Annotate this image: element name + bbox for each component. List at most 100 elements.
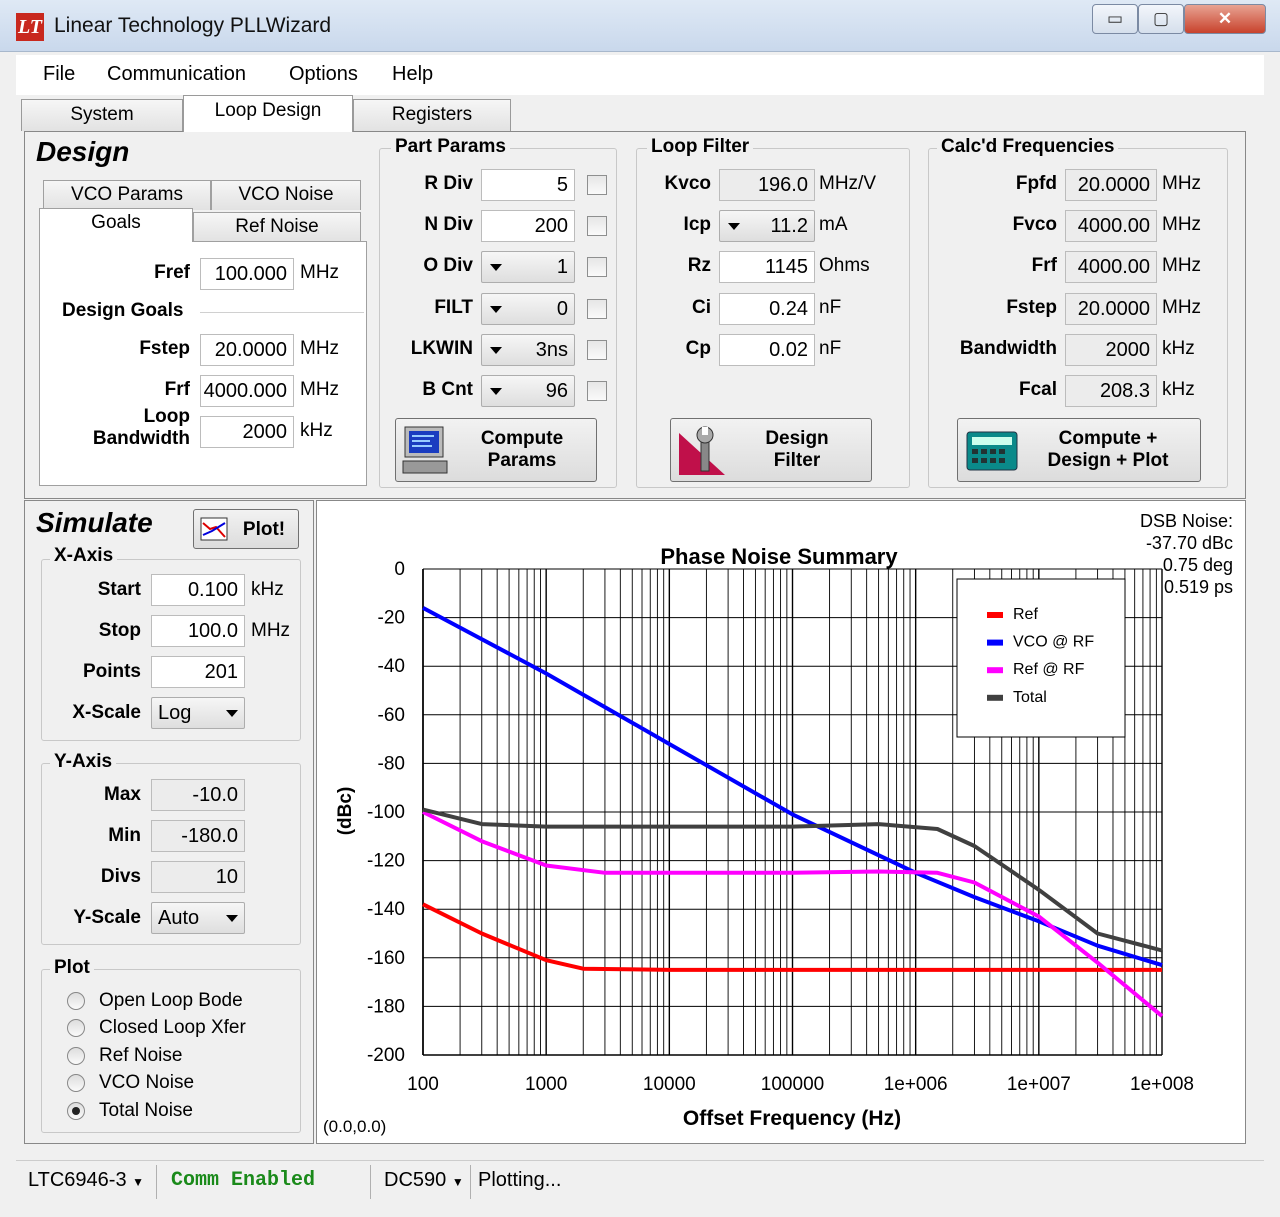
close-button[interactable]: ✕ bbox=[1184, 4, 1266, 34]
fstep-field[interactable]: 20.0000 bbox=[200, 334, 294, 366]
part-param-label: B Cnt bbox=[422, 379, 473, 400]
part-param-checkbox[interactable] bbox=[587, 298, 607, 319]
comm-status: Comm Enabled bbox=[171, 1169, 316, 1192]
plot-option-label[interactable]: VCO Noise bbox=[99, 1072, 194, 1094]
part-param-label: LKWIN bbox=[410, 337, 473, 359]
part-param-select[interactable]: 3ns bbox=[481, 333, 575, 366]
calc-freq-unit: MHz bbox=[1162, 296, 1202, 318]
y-tick-label: -20 bbox=[378, 608, 405, 629]
plot-option-label[interactable]: Closed Loop Xfer bbox=[99, 1017, 246, 1039]
status-bar: LTC6946-3 ▼ Comm Enabled DC590 ▼ Plottin… bbox=[16, 1160, 1264, 1202]
y-tick-label: -80 bbox=[378, 753, 405, 774]
plot-button[interactable]: Plot! bbox=[193, 509, 299, 549]
legend-label: Total bbox=[1013, 689, 1047, 706]
divs-label: Divs bbox=[100, 866, 141, 887]
y-scale-select[interactable]: Auto bbox=[151, 902, 245, 934]
part-param-field[interactable]: 200 bbox=[481, 210, 575, 243]
plot-option-radio[interactable] bbox=[67, 1046, 85, 1065]
loop-filter-field[interactable]: 1145 bbox=[719, 251, 815, 284]
maximize-button[interactable]: ▢ bbox=[1138, 4, 1184, 34]
icp-select[interactable]: 11.2 bbox=[719, 210, 815, 243]
subtab-vco-noise[interactable]: VCO Noise bbox=[211, 180, 361, 210]
x-tick-label: 1e+006 bbox=[884, 1074, 948, 1095]
loop-filter-field[interactable]: 196.0 bbox=[719, 169, 815, 201]
chevron-down-icon: ▼ bbox=[132, 1175, 145, 1189]
calc-freq-field: 4000.00 bbox=[1065, 210, 1157, 243]
divs-field[interactable]: 10 bbox=[151, 861, 245, 893]
loop-filter-field[interactable]: 0.24 bbox=[719, 292, 815, 325]
plot-option-label[interactable]: Total Noise bbox=[99, 1100, 193, 1122]
max-field[interactable]: -10.0 bbox=[151, 779, 245, 811]
cursor-readout: (0.0,0.0) bbox=[323, 1117, 387, 1136]
status-separator bbox=[470, 1165, 471, 1199]
y-tick-label: -120 bbox=[367, 851, 405, 872]
menu-options[interactable]: Options bbox=[289, 63, 358, 86]
x-scale-select[interactable]: Log bbox=[151, 697, 245, 729]
dsb-noise-ps: 0.519 ps bbox=[1163, 577, 1233, 597]
simulate-heading: Simulate bbox=[36, 507, 153, 538]
part-param-select[interactable]: 96 bbox=[481, 375, 575, 407]
compute-params-button[interactable]: Compute Params bbox=[395, 418, 597, 482]
status-separator bbox=[156, 1165, 157, 1199]
calc-freq-unit: kHz bbox=[1162, 337, 1195, 359]
tab-registers[interactable]: Registers bbox=[353, 99, 511, 131]
points-field[interactable]: 201 bbox=[151, 656, 245, 688]
plot-option-radio[interactable] bbox=[67, 1101, 85, 1120]
part-param-label: FILT bbox=[434, 296, 473, 318]
chevron-down-icon bbox=[490, 346, 502, 354]
tab-loop-design[interactable]: Loop Design bbox=[183, 95, 353, 132]
compute-design-plot-button[interactable]: Compute + Design + Plot bbox=[957, 418, 1201, 482]
stop-field[interactable]: 100.0 bbox=[151, 615, 245, 647]
stop-unit: MHz bbox=[251, 620, 291, 641]
plot-option-label[interactable]: Open Loop Bode bbox=[99, 990, 243, 1012]
y-tick-label: -60 bbox=[378, 705, 405, 726]
tab-system[interactable]: System bbox=[21, 99, 183, 131]
frf-label: Frf bbox=[164, 379, 190, 400]
menu-communication[interactable]: Communication bbox=[107, 63, 246, 86]
fref-field[interactable]: 100.000 bbox=[200, 258, 294, 290]
board-select[interactable]: DC590 ▼ bbox=[384, 1169, 464, 1192]
start-field[interactable]: 0.100 bbox=[151, 574, 245, 606]
chip-select[interactable]: LTC6946-3 ▼ bbox=[28, 1169, 144, 1192]
part-param-checkbox[interactable] bbox=[587, 381, 607, 401]
part-param-checkbox[interactable] bbox=[587, 257, 607, 278]
loop-bw-unit: kHz bbox=[300, 420, 333, 441]
frf-unit: MHz bbox=[300, 379, 340, 400]
loop-filter-field[interactable]: 0.02 bbox=[719, 333, 815, 366]
part-param-select[interactable]: 0 bbox=[481, 292, 575, 325]
part-param-checkbox[interactable] bbox=[587, 216, 607, 237]
plot-option-label[interactable]: Ref Noise bbox=[99, 1045, 182, 1067]
part-param-value: 3ns bbox=[535, 338, 568, 361]
min-field[interactable]: -180.0 bbox=[151, 820, 245, 852]
design-filter-button[interactable]: Design Filter bbox=[670, 418, 872, 482]
compute-design-plot-label-2: Design + Plot bbox=[1047, 450, 1169, 471]
title-bar: LT Linear Technology PLLWizard ▭ ▢ ✕ bbox=[0, 0, 1280, 52]
chevron-down-icon bbox=[226, 915, 238, 922]
calc-freq-field: 208.3 bbox=[1065, 375, 1157, 407]
part-param-field[interactable]: 5 bbox=[481, 169, 575, 201]
loop-filter-label: Cp bbox=[685, 337, 711, 359]
loop-bw-field[interactable]: 2000 bbox=[200, 416, 294, 448]
frf-field[interactable]: 4000.000 bbox=[200, 375, 294, 407]
fref-unit: MHz bbox=[300, 262, 340, 283]
subtab-goals[interactable]: Goals bbox=[39, 208, 193, 242]
minimize-button[interactable]: ▭ bbox=[1092, 4, 1138, 34]
x-tick-label: 1000 bbox=[525, 1074, 567, 1095]
app-logo-icon: LT bbox=[16, 13, 44, 41]
y-scale-label: Y-Scale bbox=[73, 907, 141, 928]
part-param-checkbox[interactable] bbox=[587, 339, 607, 360]
y-tick-label: 0 bbox=[394, 559, 405, 580]
part-param-checkbox[interactable] bbox=[587, 175, 607, 195]
menu-file[interactable]: File bbox=[43, 63, 75, 86]
x-tick-label: 100000 bbox=[761, 1074, 824, 1095]
part-param-label: O Div bbox=[423, 255, 473, 277]
loop-filter-unit: nF bbox=[819, 296, 842, 318]
plot-option-radio[interactable] bbox=[67, 992, 85, 1010]
calc-freq-label: Fvco bbox=[1012, 214, 1057, 236]
part-param-value: 1 bbox=[556, 256, 568, 279]
part-param-select[interactable]: 1 bbox=[481, 251, 575, 284]
subtab-vco-params[interactable]: VCO Params bbox=[43, 180, 211, 210]
subtab-ref-noise[interactable]: Ref Noise bbox=[193, 212, 361, 242]
compute-params-label-2: Params bbox=[487, 450, 557, 471]
menu-help[interactable]: Help bbox=[392, 63, 433, 86]
